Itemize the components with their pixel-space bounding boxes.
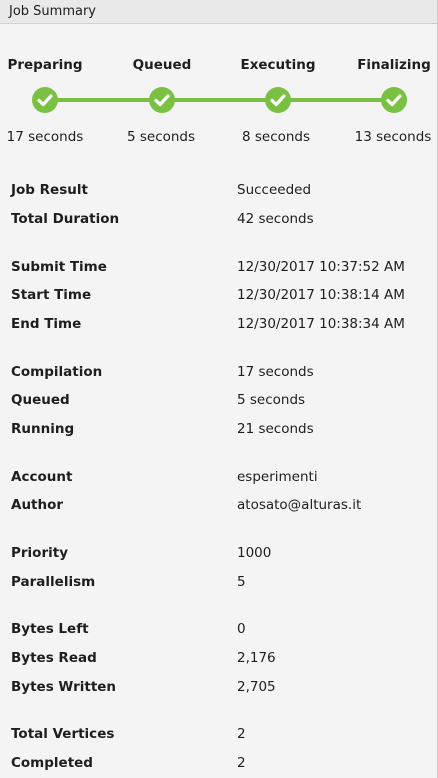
author-value: atosato@alturas.it: [237, 497, 362, 513]
bytes-left-value: 0: [237, 621, 246, 637]
compilation-value: 17 seconds: [237, 364, 314, 380]
stage-label-executing: Executing: [240, 57, 316, 73]
bytes-written-label: Bytes Written: [11, 679, 117, 695]
completed-label: Completed: [11, 755, 93, 771]
priority-value: 1000: [237, 545, 272, 561]
start-time-value: 12/30/2017 10:38:14 AM: [237, 287, 405, 303]
total-duration-label: Total Duration: [11, 211, 120, 227]
parallelism-label: Parallelism: [11, 574, 96, 590]
stage-duration-queued: 5 seconds: [126, 129, 196, 145]
total-duration-value: 42 seconds: [237, 211, 314, 227]
compilation-label: Compilation: [11, 364, 103, 380]
submit-time-value: 12/30/2017 10:37:52 AM: [237, 259, 405, 275]
completed-value: 2: [237, 755, 246, 771]
stage-duration-executing: 8 seconds: [241, 129, 311, 145]
account-value: esperimenti: [237, 469, 318, 485]
checkmark-icon: [32, 87, 58, 113]
bytes-read-value: 2,176: [237, 650, 276, 666]
author-label: Author: [11, 497, 64, 513]
job-result-label: Job Result: [11, 182, 88, 198]
job-result-value: Succeeded: [237, 182, 312, 198]
account-label: Account: [11, 469, 73, 485]
start-time-label: Start Time: [11, 287, 92, 303]
end-time-label: End Time: [11, 316, 82, 332]
submit-time-label: Submit Time: [11, 259, 107, 275]
parallelism-value: 5: [237, 574, 246, 590]
bytes-read-label: Bytes Read: [11, 650, 97, 666]
stage-duration-finalizing: 13 seconds: [354, 129, 432, 145]
checkmark-icon: [265, 87, 291, 113]
bytes-left-label: Bytes Left: [11, 621, 89, 637]
end-time-value: 12/30/2017 10:38:34 AM: [237, 316, 405, 332]
progress-track: [45, 98, 395, 102]
checkmark-icon: [149, 87, 175, 113]
panel-title: Job Summary: [9, 4, 96, 19]
stage-label-finalizing: Finalizing: [357, 57, 431, 73]
total-vertices-value: 2: [237, 726, 246, 742]
queued-value: 5 seconds: [237, 392, 306, 408]
priority-label: Priority: [11, 545, 68, 561]
running-value: 21 seconds: [237, 421, 314, 437]
panel-header: Job Summary: [0, 0, 438, 24]
stage-duration-preparing: 17 seconds: [6, 129, 84, 145]
queued-label: Queued: [11, 392, 70, 408]
stage-label-queued: Queued: [132, 57, 192, 73]
total-vertices-label: Total Vertices: [11, 726, 115, 742]
bytes-written-value: 2,705: [237, 679, 276, 695]
checkmark-icon: [381, 87, 407, 113]
stage-label-preparing: Preparing: [7, 57, 83, 73]
running-label: Running: [11, 421, 75, 437]
